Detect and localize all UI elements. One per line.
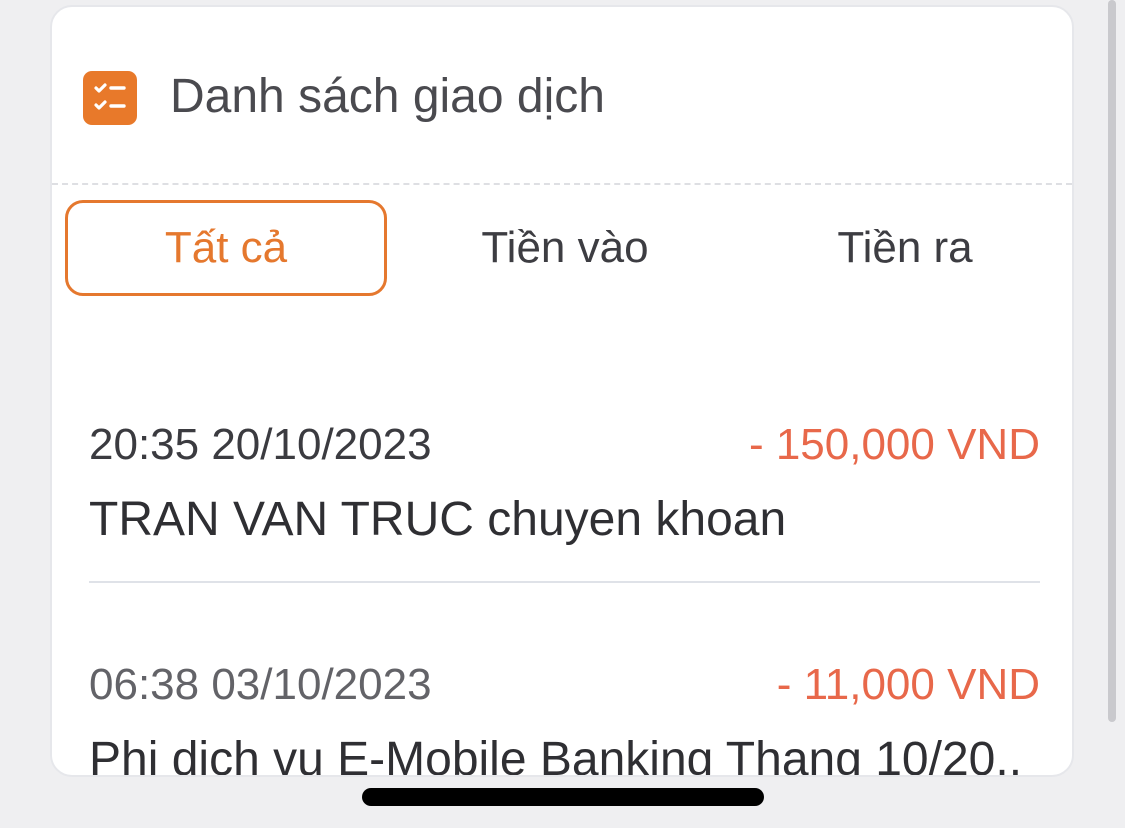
transaction-row[interactable]: 20:35 20/10/2023 - 150,000 VND TRAN VAN … <box>89 419 1040 559</box>
transaction-list-card: Danh sách giao dịch Tất cả Tiền vào Tiền… <box>50 5 1074 777</box>
transaction-amount: - 11,000 VND <box>776 660 1040 709</box>
filter-tabs: Tất cả Tiền vào Tiền ra <box>65 200 1065 298</box>
home-indicator[interactable] <box>362 788 764 806</box>
tab-incoming[interactable]: Tiền vào <box>405 200 725 296</box>
card-header: Danh sách giao dịch <box>52 7 1072 185</box>
checklist-icon <box>83 71 137 125</box>
header-divider <box>52 183 1072 185</box>
page-title: Danh sách giao dịch <box>170 70 605 123</box>
transaction-row[interactable]: 06:38 03/10/2023 - 11,000 VND Phi dich v… <box>89 659 1040 775</box>
transaction-datetime: 20:35 20/10/2023 <box>89 420 432 469</box>
tab-all[interactable]: Tất cả <box>65 200 387 296</box>
transaction-amount: - 150,000 VND <box>748 420 1040 469</box>
scrollbar[interactable] <box>1108 0 1116 722</box>
transaction-datetime: 06:38 03/10/2023 <box>89 660 432 709</box>
row-divider <box>89 581 1040 583</box>
transaction-description: Phi dich vu E-Mobile Banking Thang 10/20… <box>89 733 1023 777</box>
transaction-description: TRAN VAN TRUC chuyen khoan <box>89 493 787 546</box>
tab-outgoing[interactable]: Tiền ra <box>745 200 1065 296</box>
